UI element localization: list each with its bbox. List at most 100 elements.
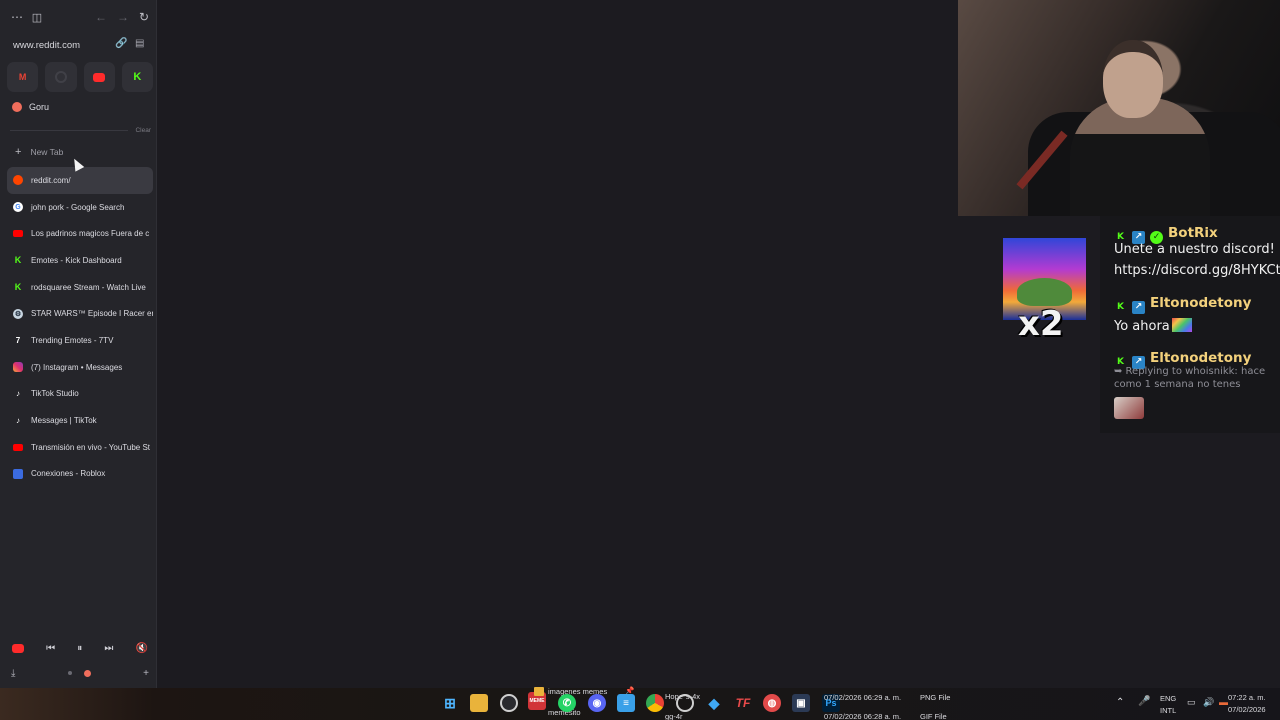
clear-tabs-button[interactable]: Clear: [135, 127, 151, 134]
kick-icon: K: [133, 71, 142, 83]
streamer-head: [1103, 40, 1163, 118]
space-switcher[interactable]: Goru: [12, 102, 49, 112]
divider: [10, 130, 128, 131]
chat-username: Eltonodetony: [1150, 295, 1252, 311]
tab-label: Messages | TikTok: [31, 416, 97, 426]
tab-item[interactable]: Krodsquaree Stream - Watch Live: [7, 274, 153, 301]
taskbar-item-label[interactable]: gg-4r: [665, 712, 683, 720]
microphone-icon[interactable]: 🎤: [1138, 696, 1150, 707]
more-icon[interactable]: ⋯: [7, 6, 27, 28]
pinned-gmail[interactable]: M: [7, 62, 39, 92]
youtube-media-icon[interactable]: [12, 643, 24, 653]
tab-item[interactable]: ♪ TikTok Studio: [7, 381, 153, 408]
back-icon[interactable]: ←: [91, 6, 111, 28]
tab-item[interactable]: K Emotes - Kick Dashboard: [7, 247, 153, 274]
tab-item[interactable]: Conexiones - Roblox: [7, 461, 153, 488]
language-indicator[interactable]: ENG: [1160, 694, 1176, 703]
webcam-overlay: [958, 0, 1280, 216]
tab-item[interactable]: reddit.com/: [7, 167, 153, 194]
downloads-icon[interactable]: ⤓: [11, 668, 15, 679]
space-indicator[interactable]: [67, 669, 91, 677]
chat-username: BotRix: [1168, 225, 1218, 241]
screen: ⋯ ◫ ← → ↻ www.reddit.com 🔗 ▤ M K Goru Cl…: [0, 0, 1280, 720]
chat-link: https://discord.gg/8HYKCt: [1114, 263, 1280, 278]
mute-icon[interactable]: 🔇: [136, 643, 148, 654]
url-text: www.reddit.com: [13, 39, 81, 51]
kick-icon: K: [14, 282, 22, 293]
chat-reply: ➥ Replying to whoisnikk: hace: [1114, 366, 1266, 377]
plus-icon: +: [15, 145, 22, 158]
tab-label: TikTok Studio: [31, 389, 79, 399]
tab-item[interactable]: ♪ Messages | TikTok: [7, 407, 153, 434]
windows-start-icon[interactable]: ⊞: [441, 694, 459, 712]
record-app-icon[interactable]: ◍: [763, 694, 781, 712]
tab-label: STAR WARS™ Episode I Racer en: [31, 309, 153, 319]
url-bar[interactable]: www.reddit.com 🔗 ▤: [7, 34, 153, 56]
obs-icon[interactable]: [500, 694, 518, 712]
sidebar-toggle-icon[interactable]: ◫: [27, 6, 47, 28]
roblox-icon: [13, 468, 23, 479]
display-icon[interactable]: ▭: [1187, 697, 1196, 708]
file-date: 07/02/2026 06:28 a. m.: [824, 712, 902, 720]
steam-taskbar-icon[interactable]: [676, 694, 694, 712]
file-type: PNG File: [920, 693, 951, 702]
chat-username: Eltonodetony: [1150, 350, 1252, 366]
reload-icon[interactable]: ↻: [134, 6, 154, 28]
roblox-studio-icon[interactable]: ▣: [792, 694, 810, 712]
dropbox-icon[interactable]: ◆: [705, 694, 723, 712]
chat-reply: como 1 semana no tenes: [1114, 379, 1241, 390]
pinned-kick[interactable]: K: [121, 62, 153, 92]
tab-item[interactable]: ⚙ STAR WARS™ Episode I Racer en: [7, 300, 153, 327]
add-space-icon[interactable]: +: [143, 668, 149, 679]
chat-message: K ↗ ✓ BotRix: [1114, 222, 1218, 244]
sticker-emote-icon: [1114, 397, 1144, 419]
steam-icon: ⚙: [13, 308, 23, 319]
instagram-icon: [13, 362, 23, 373]
tab-item[interactable]: Los padrinos magicos Fuera de c: [7, 220, 153, 247]
pinned-loading[interactable]: [45, 62, 77, 92]
youtube-icon: [13, 230, 23, 238]
battery-icon[interactable]: ▬: [1219, 697, 1228, 707]
tiktok-icon: ♪: [16, 416, 20, 426]
new-tab-label: New Tab: [30, 146, 64, 157]
pause-icon[interactable]: ⏸: [77, 643, 82, 654]
browser-sidebar: ⋯ ◫ ← → ↻ www.reddit.com 🔗 ▤ M K Goru Cl…: [0, 0, 157, 688]
chrome-icon[interactable]: [646, 694, 664, 712]
previous-track-icon[interactable]: ⏮: [46, 643, 55, 654]
file-explorer-icon[interactable]: [470, 694, 488, 712]
clock-time[interactable]: 07:22 a. m.: [1228, 693, 1266, 702]
tab-label: Emotes - Kick Dashboard: [31, 255, 122, 265]
volume-icon[interactable]: 🔊: [1203, 697, 1214, 708]
discord-icon[interactable]: ◉: [588, 694, 606, 712]
space-emoji-icon: [12, 102, 22, 112]
google-icon: G: [13, 202, 23, 213]
notepad-icon[interactable]: ≡: [617, 694, 635, 712]
taskbar: [0, 688, 1280, 720]
space-dot-icon: [67, 671, 72, 675]
clock-date[interactable]: 07/02/2026: [1228, 705, 1266, 714]
tab-item[interactable]: (7) Instagram • Messages: [7, 354, 153, 381]
tray-chevron-icon[interactable]: ⌃: [1116, 697, 1124, 708]
next-track-icon[interactable]: ⏭: [104, 643, 113, 654]
tab-item[interactable]: Gjohn pork - Google Search: [7, 194, 153, 221]
loading-icon: [54, 71, 67, 83]
tab-item[interactable]: 7 Trending Emotes - 7TV: [7, 327, 153, 354]
reddit-icon: [13, 175, 23, 186]
tab-item[interactable]: Transmisión en vivo - YouTube St: [7, 434, 153, 461]
pinned-youtube[interactable]: [83, 62, 115, 92]
folder-icon: [534, 687, 544, 696]
link-icon[interactable]: 🔗: [115, 38, 127, 49]
tab-list: reddit.com/ Gjohn pork - Google Search L…: [7, 167, 153, 487]
tf-app-icon[interactable]: TF: [734, 694, 752, 712]
youtube-icon: [93, 72, 106, 82]
language-indicator[interactable]: INTL: [1160, 706, 1176, 715]
tab-label: rodsquaree Stream - Watch Live: [31, 282, 146, 292]
forward-icon[interactable]: →: [113, 6, 133, 28]
chat-message: K ↗ Eltonodetony: [1114, 292, 1251, 314]
frog-emote: [1017, 278, 1072, 306]
reader-icon[interactable]: ▤: [135, 38, 144, 49]
chat-text-content: Yo ahora: [1114, 319, 1170, 334]
tab-label: Conexiones - Roblox: [31, 469, 106, 479]
tab-label: john pork - Google Search: [31, 202, 125, 212]
whatsapp-icon[interactable]: ✆: [558, 694, 576, 712]
